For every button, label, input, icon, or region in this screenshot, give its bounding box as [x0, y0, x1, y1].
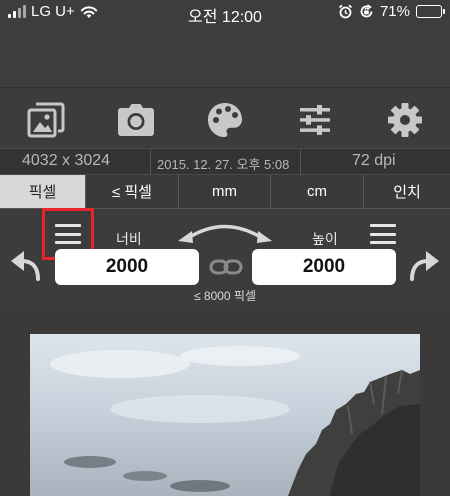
- tab-pixels[interactable]: 픽셀: [0, 175, 86, 208]
- app-screen: 오전 12:00 LG U+ 71% 4032 x 3024 2015. 12.…: [0, 0, 450, 496]
- tab-max-pixels[interactable]: ≤ 픽셀: [86, 175, 179, 208]
- palette-icon: [208, 103, 242, 137]
- pixel-limit-text: ≤ 8000 픽셀: [193, 289, 257, 303]
- adjustments-button[interactable]: [295, 100, 335, 140]
- tab-mm[interactable]: mm: [179, 175, 271, 208]
- navigation-bar: [0, 24, 450, 88]
- width-menu-icon[interactable]: [55, 224, 81, 244]
- image-resolution: 4032 x 3024: [22, 152, 111, 169]
- height-menu-icon[interactable]: [370, 224, 396, 244]
- status-bar: 오전 12:00 LG U+ 71%: [0, 0, 450, 26]
- width-label: 너비: [116, 231, 142, 247]
- image-date: 2015. 12. 27. 오후 5:08: [157, 157, 290, 172]
- main-toolbar: [0, 88, 450, 148]
- link-icon[interactable]: [209, 258, 243, 276]
- photo-library-icon: [27, 102, 65, 138]
- battery-icon: [416, 5, 445, 18]
- landscape-photo: [30, 334, 420, 496]
- height-input[interactable]: 2000: [252, 249, 396, 285]
- photo-preview[interactable]: [30, 334, 420, 496]
- image-dpi: 72 dpi: [352, 152, 396, 169]
- wifi-icon: [80, 5, 97, 18]
- palette-button[interactable]: [205, 100, 245, 140]
- dimension-panel: 너비 높이 2000 2000 ≤ 8000 픽셀: [0, 208, 450, 310]
- image-info-row: 4032 x 3024 2015. 12. 27. 오후 5:08 72 dpi: [0, 148, 450, 175]
- settings-button[interactable]: [385, 100, 425, 140]
- photo-library-button[interactable]: [26, 100, 66, 140]
- unit-tabs: 픽셀 ≤ 픽셀 mm cm 인치: [0, 175, 450, 209]
- camera-icon: [118, 104, 154, 136]
- signal-icon: [8, 5, 26, 18]
- sliders-icon: [300, 105, 330, 135]
- redo-arrow-icon[interactable]: [408, 249, 440, 281]
- tab-cm[interactable]: cm: [271, 175, 364, 208]
- gear-icon: [388, 103, 422, 137]
- battery-percent: 71%: [379, 3, 410, 20]
- width-input[interactable]: 2000: [55, 249, 199, 285]
- preview-area: [0, 310, 450, 496]
- swap-arrows-icon[interactable]: [176, 219, 274, 245]
- undo-arrow-icon[interactable]: [10, 249, 42, 281]
- alarm-icon: [338, 4, 353, 19]
- camera-button[interactable]: [116, 100, 156, 140]
- orientation-lock-icon: [360, 4, 373, 18]
- tab-inch[interactable]: 인치: [364, 175, 450, 208]
- status-left: LG U+: [8, 3, 98, 20]
- status-right: 71%: [338, 3, 445, 20]
- height-label: 높이: [312, 231, 338, 247]
- carrier-name: LG U+: [31, 3, 75, 20]
